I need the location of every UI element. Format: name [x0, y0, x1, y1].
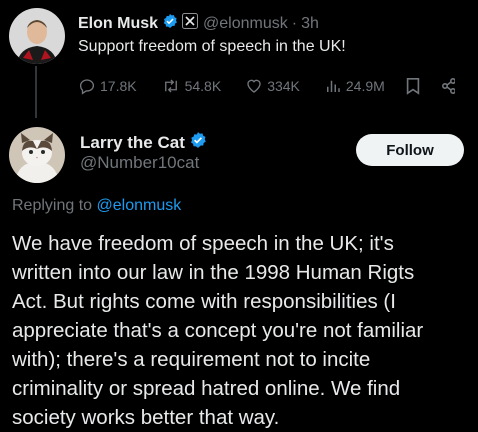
share-button[interactable]: [441, 77, 459, 95]
like-button[interactable]: 334K: [245, 77, 300, 95]
author-handle[interactable]: @Number10cat: [80, 153, 199, 173]
views-chart-icon: [326, 80, 340, 92]
verified-badge-icon: [162, 13, 178, 34]
author-handle[interactable]: @elonmusk: [203, 15, 288, 33]
post1-header: Elon Musk @elonmusk · 3h: [78, 13, 319, 34]
post2-body: We have freedom of speech in the UK; it'…: [12, 232, 424, 429]
heart-icon: [247, 79, 261, 93]
bookmark-button[interactable]: [405, 77, 425, 95]
reply-button[interactable]: 17.8K: [78, 77, 137, 95]
reply-icon: [79, 79, 95, 95]
like-count: 334K: [267, 78, 300, 94]
author-name[interactable]: Larry the Cat: [80, 133, 185, 153]
follow-button[interactable]: Follow: [356, 134, 464, 166]
thread-line: [35, 66, 37, 118]
separator-dot: ·: [291, 14, 298, 32]
x-affiliate-icon: [182, 13, 199, 34]
post1-text: Support freedom of speech in the UK!: [78, 38, 346, 55]
repost-button[interactable]: 54.8K: [161, 77, 222, 95]
share-icon: [441, 78, 455, 94]
views-button[interactable]: 24.9M: [324, 77, 385, 95]
bookmark-icon: [406, 77, 420, 95]
repost-count: 54.8K: [184, 78, 222, 94]
replying-to: Replying to @elonmusk: [12, 197, 181, 215]
author-name[interactable]: Elon Musk: [78, 15, 158, 33]
larry-avatar[interactable]: [9, 127, 65, 183]
view-count: 24.9M: [345, 78, 385, 94]
verified-badge-icon: [189, 131, 207, 154]
post1-actions: 17.8K 54.8K 334K 24.9M: [78, 77, 459, 95]
post-time[interactable]: 3h: [301, 15, 319, 33]
elon-avatar[interactable]: [9, 8, 65, 64]
replying-prefix: Replying to: [12, 197, 93, 214]
replying-to-link[interactable]: @elonmusk: [97, 197, 182, 214]
post2-header: Larry the Cat: [80, 131, 207, 154]
reply-count: 17.8K: [100, 78, 137, 94]
repost-icon: [164, 79, 177, 93]
